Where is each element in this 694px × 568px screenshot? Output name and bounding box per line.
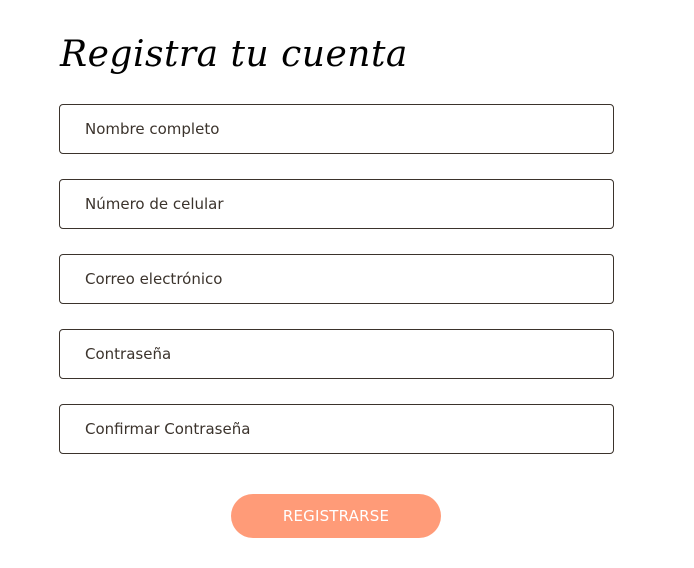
- register-form: Registra tu cuenta REGISTRARSE: [0, 0, 694, 568]
- email-field[interactable]: [59, 254, 614, 304]
- password-field[interactable]: [59, 329, 614, 379]
- confirm-password-field[interactable]: [59, 404, 614, 454]
- page-title: Registra tu cuenta: [60, 34, 408, 75]
- full-name-field[interactable]: [59, 104, 614, 154]
- register-button[interactable]: REGISTRARSE: [231, 494, 441, 538]
- phone-number-field[interactable]: [59, 179, 614, 229]
